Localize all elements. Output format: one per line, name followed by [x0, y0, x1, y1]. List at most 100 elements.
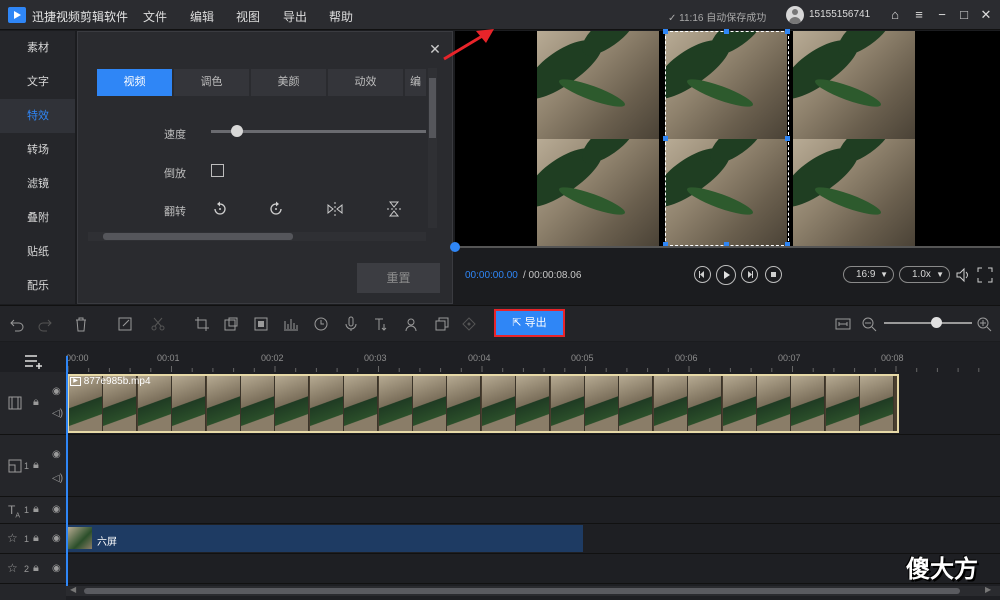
- video-clip[interactable]: [67, 374, 899, 433]
- nav-item-text[interactable]: 文字: [0, 65, 75, 99]
- track-number: 1: [24, 505, 30, 515]
- panel-vertical-scroll-thumb[interactable]: [429, 78, 436, 138]
- timeline-playhead[interactable]: [66, 356, 68, 586]
- fit-timeline-icon[interactable]: [835, 316, 851, 332]
- selection-box[interactable]: [663, 29, 790, 247]
- nav-item-filters[interactable]: 滤镜: [0, 167, 75, 201]
- nav-item-music[interactable]: 配乐: [0, 269, 75, 303]
- menu-icon[interactable]: ≡: [910, 6, 928, 24]
- speaker-icon[interactable]: ◁): [52, 408, 63, 419]
- film-icon: [8, 396, 22, 410]
- zoom-in-icon[interactable]: [976, 316, 992, 332]
- close-icon[interactable]: ✕: [977, 6, 995, 24]
- zoom-slider-thumb[interactable]: [931, 317, 943, 328]
- eye-icon[interactable]: ◉: [52, 386, 61, 397]
- reverse-checkbox[interactable]: [211, 164, 224, 177]
- flip-label: 翻转: [164, 206, 186, 218]
- crop-icon[interactable]: [194, 316, 210, 332]
- nav-item-material[interactable]: 素材: [0, 31, 75, 65]
- resize-handle[interactable]: [785, 136, 790, 141]
- tab-motion[interactable]: 动效: [328, 69, 404, 96]
- resize-handle[interactable]: [785, 29, 790, 34]
- eye-icon[interactable]: ◉: [52, 449, 61, 460]
- timeline-ruler[interactable]: 00:00 00:01 00:02 00:03 00:04 00:05 00:0…: [66, 342, 1000, 372]
- playback-progress-bar[interactable]: [455, 246, 1000, 248]
- speed-slider-thumb[interactable]: [230, 125, 243, 137]
- next-frame-button[interactable]: [741, 266, 758, 283]
- speaker-icon[interactable]: ◁): [52, 473, 63, 484]
- scroll-left-icon[interactable]: ◀: [70, 585, 76, 594]
- fullscreen-icon[interactable]: [977, 267, 993, 283]
- copy-icon[interactable]: [434, 316, 450, 332]
- menu-view[interactable]: 视图: [236, 8, 260, 25]
- undo-icon[interactable]: [9, 316, 25, 332]
- export-button[interactable]: ⇱ 导出: [494, 309, 565, 337]
- zoom-out-icon[interactable]: [861, 316, 877, 332]
- nav-item-stickers[interactable]: 贴纸: [0, 235, 75, 269]
- playback-progress-thumb[interactable]: [450, 242, 460, 252]
- aspect-ratio-select[interactable]: 16:9 ▼: [843, 266, 894, 283]
- nav-item-effects[interactable]: 特效: [0, 99, 75, 133]
- nav-item-overlay[interactable]: 叠附: [0, 201, 75, 235]
- lock-icon[interactable]: 🔒︎: [33, 459, 39, 472]
- effect-clip[interactable]: [67, 525, 583, 552]
- face-detect-icon[interactable]: [404, 316, 420, 332]
- resize-handle[interactable]: [724, 29, 729, 34]
- flip-horizontal-icon[interactable]: [326, 200, 344, 218]
- tab-video[interactable]: 视频: [97, 69, 173, 96]
- redo-icon[interactable]: [37, 316, 53, 332]
- play-button[interactable]: [716, 265, 736, 285]
- ruler-ticks: [67, 366, 980, 372]
- play-icon: [724, 271, 730, 279]
- avatar[interactable]: [786, 6, 804, 24]
- user-name[interactable]: 15155156741: [809, 9, 870, 20]
- delete-icon[interactable]: [73, 316, 89, 332]
- add-track-icon[interactable]: [24, 353, 44, 369]
- menu-export[interactable]: 导出: [283, 8, 307, 25]
- clip-frame-thumbnail: [825, 376, 860, 431]
- audio-wave-icon[interactable]: [283, 316, 299, 332]
- nav-item-transitions[interactable]: 转场: [0, 133, 75, 167]
- clock-icon[interactable]: [313, 316, 329, 332]
- menu-edit[interactable]: 编辑: [190, 8, 214, 25]
- maximize-icon[interactable]: □: [955, 6, 973, 24]
- tab-color[interactable]: 调色: [174, 69, 250, 96]
- tab-beauty[interactable]: 美颜: [251, 69, 327, 96]
- prev-frame-button[interactable]: [694, 266, 711, 283]
- edit-icon[interactable]: [117, 316, 133, 332]
- panel-horizontal-scroll-thumb[interactable]: [103, 233, 293, 240]
- lock-icon[interactable]: 🔒︎: [33, 396, 39, 409]
- resize-handle[interactable]: [663, 136, 668, 141]
- lock-icon[interactable]: 🔒︎: [33, 562, 39, 575]
- home-icon[interactable]: ⌂: [886, 6, 904, 24]
- resize-handle[interactable]: [663, 29, 668, 34]
- volume-icon[interactable]: [955, 267, 971, 283]
- timeline-scroll-thumb[interactable]: [84, 588, 960, 594]
- keyframe-icon[interactable]: [461, 316, 477, 332]
- menu-help[interactable]: 帮助: [329, 8, 353, 25]
- preview-tile: [537, 31, 659, 139]
- rotate-right-icon[interactable]: [267, 200, 285, 218]
- lock-icon[interactable]: 🔒︎: [33, 532, 39, 545]
- zoom-slider-track[interactable]: [884, 322, 972, 324]
- lock-icon[interactable]: 🔒︎: [33, 503, 39, 516]
- minimize-icon[interactable]: −: [933, 6, 951, 24]
- eye-icon[interactable]: ◉: [52, 563, 61, 574]
- eye-icon[interactable]: ◉: [52, 533, 61, 544]
- cut-icon[interactable]: [150, 316, 166, 332]
- rotate-left-icon[interactable]: [211, 200, 229, 218]
- reset-button[interactable]: 重置: [357, 263, 440, 293]
- text-to-speech-icon[interactable]: [373, 316, 389, 332]
- microphone-icon[interactable]: [343, 316, 359, 332]
- preview-tile: [537, 139, 659, 247]
- scroll-right-icon[interactable]: ▶: [985, 585, 991, 594]
- stop-button[interactable]: [765, 266, 782, 283]
- resize-icon[interactable]: [223, 316, 239, 332]
- tab-edit[interactable]: 编: [405, 69, 427, 96]
- playback-speed-select[interactable]: 1.0x ▼: [899, 266, 950, 283]
- eye-icon[interactable]: ◉: [52, 504, 61, 515]
- speed-slider-track[interactable]: [211, 130, 426, 133]
- mosaic-icon[interactable]: [253, 316, 269, 332]
- menu-file[interactable]: 文件: [143, 8, 167, 25]
- flip-vertical-icon[interactable]: [385, 200, 403, 218]
